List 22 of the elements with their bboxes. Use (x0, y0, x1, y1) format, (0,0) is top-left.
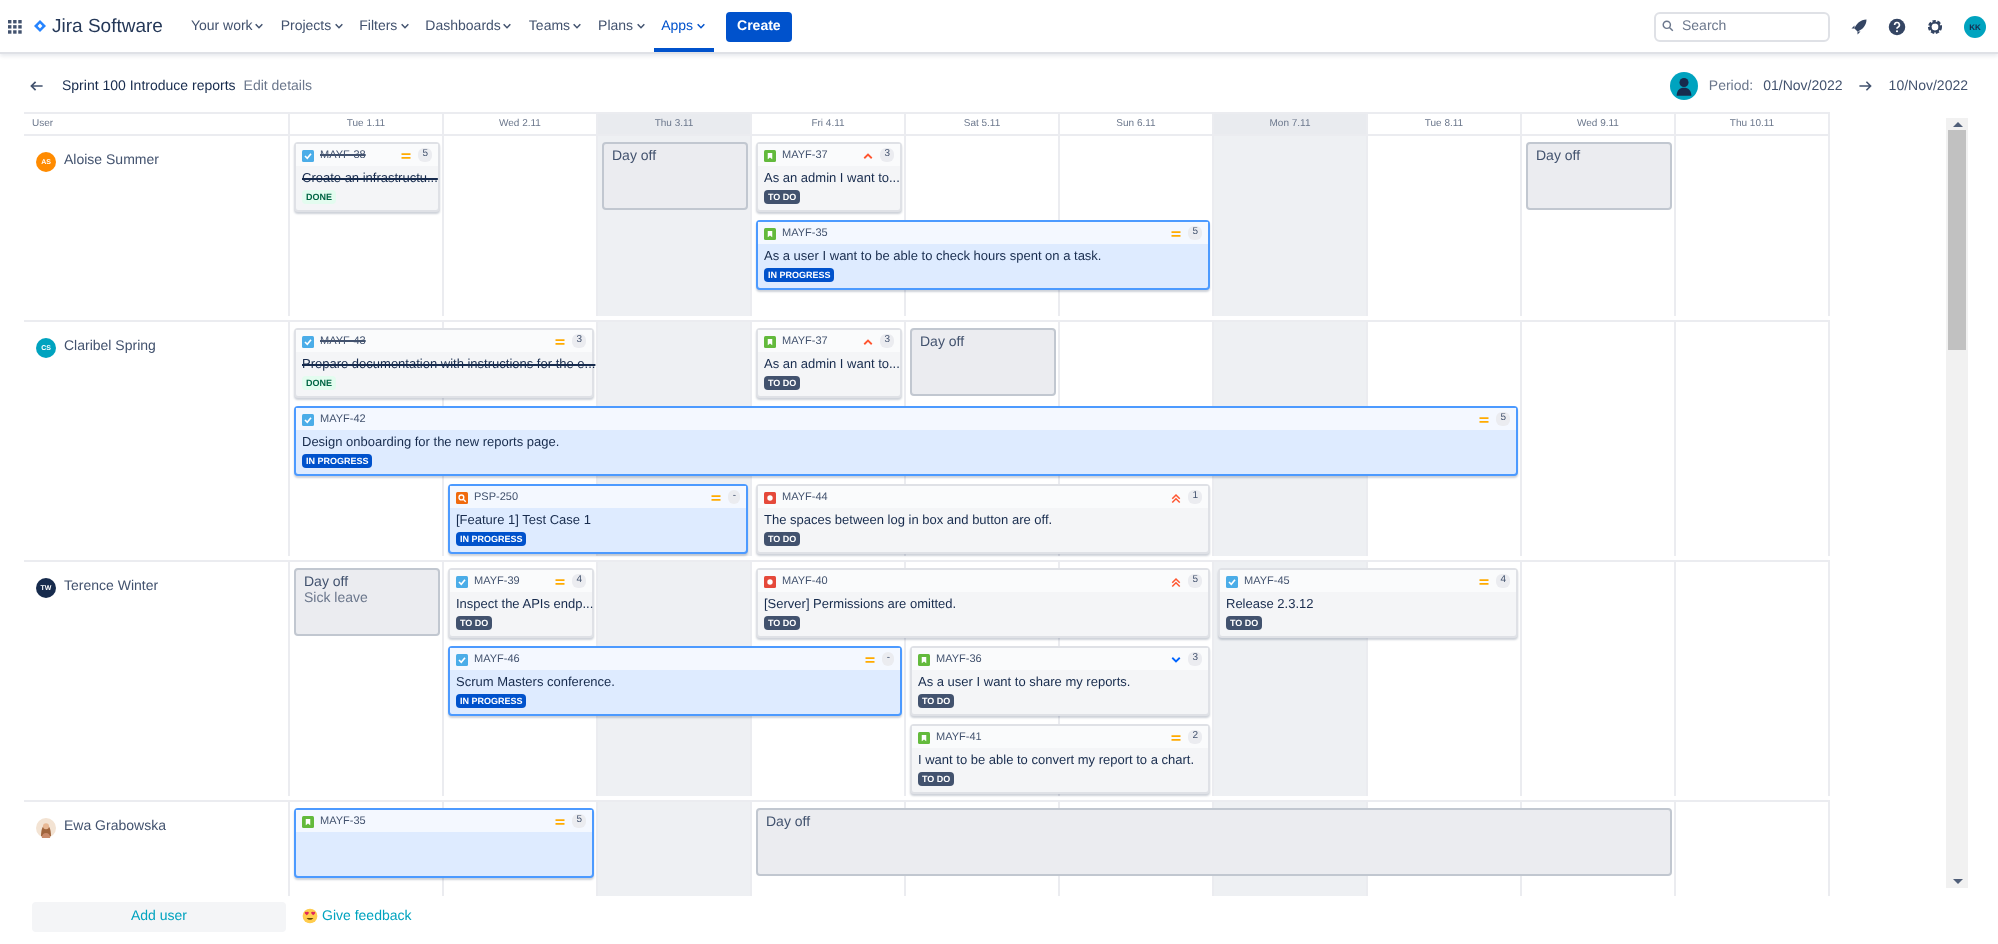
caret-icon (254, 22, 265, 30)
caret-icon (635, 22, 646, 30)
caret-icon (399, 22, 410, 30)
caret-icon (502, 22, 513, 30)
back-arrow-icon[interactable] (30, 80, 44, 92)
app-name[interactable]: Jira Software (52, 15, 163, 37)
settings-icon[interactable] (1926, 17, 1944, 35)
scrollbar-thumb[interactable] (1948, 130, 1966, 350)
search-icon (1662, 20, 1674, 32)
scroll-down-icon[interactable] (1949, 876, 1965, 888)
caret-icon (695, 22, 706, 30)
scrollbar[interactable] (1946, 118, 1968, 888)
rocket-icon[interactable] (1850, 17, 1868, 35)
arrow-right-icon (1858, 80, 1873, 92)
user-avatar-icon[interactable] (1670, 72, 1699, 100)
user-avatar (36, 818, 56, 838)
caret-icon (572, 22, 583, 30)
app-switcher-icon[interactable] (8, 19, 22, 33)
caret-icon (333, 22, 344, 30)
emoji-icon (302, 908, 318, 924)
logo-icon (34, 20, 46, 32)
help-icon[interactable] (1888, 17, 1906, 35)
